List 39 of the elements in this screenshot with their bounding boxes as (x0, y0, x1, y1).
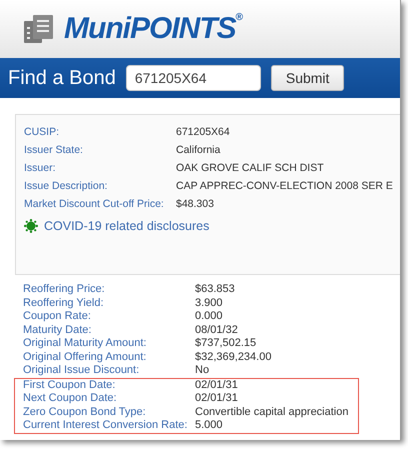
field-value: 3.900 (195, 296, 224, 310)
field-value: $48.303 (176, 197, 215, 212)
field-label: Coupon Rate: (23, 310, 92, 324)
field-value: Convertible capital appreciation (195, 406, 350, 419)
field-value: 671205X64 (176, 125, 231, 140)
field-value: California (176, 143, 222, 158)
field-value: 0.000 (195, 310, 224, 324)
field-value: 02/01/31 (195, 378, 239, 392)
field-value: 08/01/32 (195, 324, 239, 337)
field-label: Next Coupon Date: (23, 392, 118, 406)
field-value: 5.000 (195, 419, 224, 432)
field-label: First Coupon Date: (23, 378, 116, 392)
submit-button[interactable]: Submit (270, 65, 344, 91)
field-value: No (195, 364, 210, 378)
search-label: Find a Bond (8, 66, 116, 90)
field-value: $32,369,234.00 (195, 350, 272, 364)
covid-disclosures-link[interactable]: COVID-19 related disclosures (44, 219, 210, 233)
field-label: Reoffering Yield: (23, 296, 105, 310)
field-label: Reoffering Price: (23, 283, 106, 296)
logo-text: MuniPOINTS® (64, 12, 242, 46)
field-label: Maturity Date: (23, 324, 92, 337)
field-value: OAK GROVE CALIF SCH DIST (176, 161, 325, 176)
field-label: Current Interest Conversion Rate: (23, 419, 188, 432)
documents-icon (24, 15, 54, 43)
field-label: Market Discount Cut-off Price: (24, 197, 165, 212)
field-label: Issue Description: (24, 179, 108, 194)
field-label: Issuer State: (24, 143, 84, 158)
search-field[interactable]: 671205X64 (126, 65, 261, 91)
field-label: Original Issue Discount: (23, 364, 140, 378)
field-label: Original Offering Amount: (23, 350, 148, 364)
field-value: CAP APPREC-CONV-ELECTION 2008 SER E (176, 179, 394, 194)
field-label: Original Maturity Amount: (23, 337, 148, 350)
field-label: CUSIP: (24, 125, 60, 140)
field-label: Issuer: (24, 161, 57, 176)
virus-icon (24, 219, 38, 233)
field-label: Zero Coupon Bond Type: (23, 406, 147, 419)
field-value: $737,502.15 (195, 337, 258, 350)
field-value: $63.853 (195, 283, 236, 296)
field-value: 02/01/31 (195, 392, 239, 406)
